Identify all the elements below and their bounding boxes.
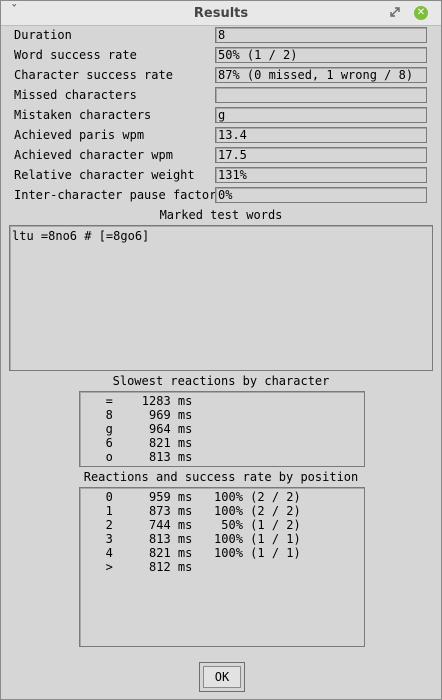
char-wpm-row: Achieved character wpm 17.5	[1, 146, 441, 166]
field-label: Missed characters	[14, 88, 137, 102]
duration-row: Duration 8	[1, 26, 441, 46]
char-weight-value[interactable]: 131%	[215, 167, 427, 183]
position-reactions-label: Reactions and success rate by position	[83, 470, 359, 484]
field-label: Inter-character pause factor	[14, 188, 217, 202]
field-label: Achieved paris wpm	[14, 128, 145, 142]
list-item: 8 969 ms	[84, 408, 193, 422]
missed-chars-value[interactable]	[215, 87, 427, 103]
marked-words-text: ltu =8no6 # [=8go6]	[12, 229, 150, 243]
paris-wpm-row: Achieved paris wpm 13.4	[1, 126, 441, 146]
pause-factor-row: Inter-character pause factor 0%	[1, 186, 441, 206]
position-reactions-list[interactable]: 0 959 ms 100% (2 / 2) 1 873 ms 100% (2 /…	[79, 487, 365, 647]
marked-words-box[interactable]: ltu =8no6 # [=8go6]	[9, 225, 433, 371]
slowest-reactions-label: Slowest reactions by character	[112, 374, 330, 388]
missed-chars-row: Missed characters	[1, 86, 441, 106]
title-bar: ˇ Results ✕	[1, 1, 441, 26]
field-label: Relative character weight	[14, 168, 195, 182]
close-icon[interactable]: ✕	[414, 6, 428, 20]
field-label: Mistaken characters	[14, 108, 152, 122]
list-item: 4 821 ms 100% (1 / 1)	[84, 546, 301, 560]
pause-factor-value[interactable]: 0%	[215, 187, 427, 203]
word-success-row: Word success rate 50% (1 / 2)	[1, 46, 441, 66]
char-weight-row: Relative character weight 131%	[1, 166, 441, 186]
paris-wpm-value[interactable]: 13.4	[215, 127, 427, 143]
field-label: Achieved character wpm	[14, 148, 173, 162]
field-label: Duration	[14, 28, 72, 42]
marked-words-label: Marked test words	[159, 208, 283, 222]
ok-button[interactable]: OK	[203, 666, 241, 688]
char-success-row: Character success rate 87% (0 missed, 1 …	[1, 66, 441, 86]
list-item: 6 821 ms	[84, 436, 193, 450]
field-label: Character success rate	[14, 68, 173, 82]
list-item: > 812 ms	[84, 560, 193, 574]
char-success-value[interactable]: 87% (0 missed, 1 wrong / 8)	[215, 67, 427, 83]
restore-icon[interactable]	[390, 7, 400, 17]
list-item: 3 813 ms 100% (1 / 1)	[84, 532, 301, 546]
list-item: 1 873 ms 100% (2 / 2)	[84, 504, 301, 518]
char-wpm-value[interactable]: 17.5	[215, 147, 427, 163]
ok-button-frame: OK	[199, 662, 245, 692]
duration-value[interactable]: 8	[215, 27, 427, 43]
list-item: 2 744 ms 50% (1 / 2)	[84, 518, 301, 532]
results-window: ˇ Results ✕ Duration 8 Word success rate…	[0, 0, 442, 700]
list-item: 0 959 ms 100% (2 / 2)	[84, 490, 301, 504]
list-item: o 813 ms	[84, 450, 193, 464]
list-item: = 1283 ms	[84, 394, 193, 408]
list-item: g 964 ms	[84, 422, 193, 436]
mistaken-chars-value[interactable]: g	[215, 107, 427, 123]
field-label: Word success rate	[14, 48, 137, 62]
window-title: Results	[193, 6, 249, 21]
mistaken-chars-row: Mistaken characters g	[1, 106, 441, 126]
slowest-reactions-list[interactable]: = 1283 ms 8 969 ms g 964 ms 6 821 ms o 8…	[79, 391, 365, 467]
word-success-value[interactable]: 50% (1 / 2)	[215, 47, 427, 63]
